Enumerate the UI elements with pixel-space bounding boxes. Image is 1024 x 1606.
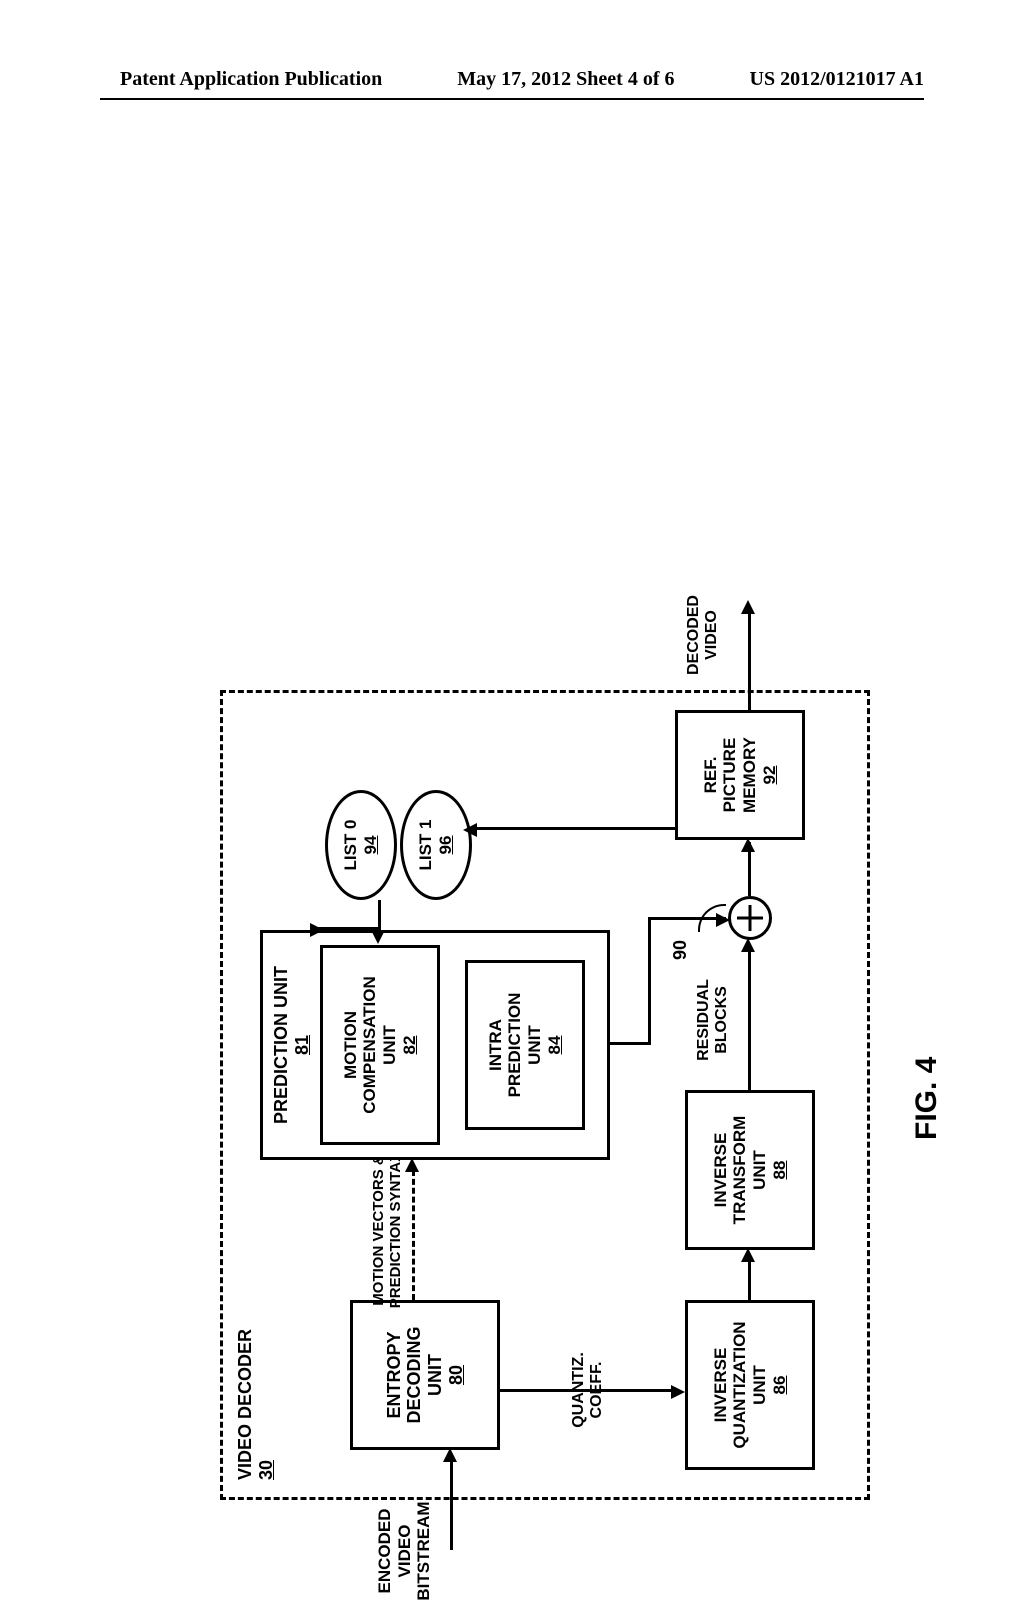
summer-num-label: 90: [670, 940, 691, 960]
intra-num: 84: [545, 1036, 565, 1055]
arrow-input: [450, 1460, 453, 1550]
list0-label: LIST 0: [341, 820, 361, 871]
encoded-video-label: ENCODED VIDEO BITSTREAM: [375, 1496, 434, 1606]
decoded-video-label: DECODED VIDEO: [685, 590, 722, 680]
figure-label: FIG. 4: [910, 1057, 944, 1140]
ref-mem-label: REF. PICTURE MEMORY: [701, 737, 760, 813]
arrow-lists-hline: [378, 900, 381, 930]
entropy-num: 80: [446, 1365, 467, 1385]
inverse-transform-unit: INVERSE TRANSFORM UNIT 88: [685, 1090, 815, 1250]
arrowhead-refmem-up: [463, 823, 477, 837]
arrow-refmem-to-lists: [475, 827, 675, 830]
diagram-rotation-wrap: VIDEO DECODER 30 ENCODED VIDEO BITSTREAM…: [570, 600, 950, 1100]
arrow-it-to-summer: [748, 950, 751, 1090]
arrowhead-prediction: [405, 1158, 419, 1172]
prediction-unit-label: PREDICTION UNIT: [271, 966, 292, 1124]
arrowhead-input: [443, 1448, 457, 1462]
video-decoder-title: VIDEO DECODER 30: [235, 1329, 276, 1480]
motion-vectors-label: MOTION VECTORS & PREDICTION SYNTAX: [370, 1150, 405, 1310]
diagram-stage: VIDEO DECODER 30 ENCODED VIDEO BITSTREAM…: [190, 600, 950, 1600]
arrow-pred-h: [648, 918, 651, 1045]
entropy-label: ENTROPY DECODING UNIT: [384, 1327, 446, 1424]
summer-node: [728, 896, 772, 940]
list0-num: 94: [361, 836, 381, 855]
decoded-video-text: DECODED VIDEO: [685, 595, 720, 675]
summer-num: 90: [670, 940, 690, 960]
intra-label: INTRA PREDICTION UNIT: [486, 993, 545, 1098]
arrowhead-pred-into-summer: [716, 913, 730, 927]
inv-trans-label: INVERSE TRANSFORM UNIT: [711, 1116, 770, 1225]
inverse-quantization-unit: INVERSE QUANTIZATION UNIT 86: [685, 1300, 815, 1470]
motion-comp-label: MOTION COMPENSATION UNIT: [341, 976, 400, 1114]
intra-prediction-unit: INTRA PREDICTION UNIT 84: [465, 960, 585, 1130]
header-rule: [100, 98, 924, 100]
inv-quant-label: INVERSE QUANTIZATION UNIT: [711, 1321, 770, 1448]
arrowhead-lists-into-mc: [310, 923, 324, 937]
list1-num: 96: [436, 836, 456, 855]
arrow-pred-down1: [610, 1042, 650, 1045]
figure-label-text: FIG. 4: [910, 1057, 943, 1140]
arrowhead-entropy-down: [671, 1385, 685, 1399]
arrow-iq-to-it: [748, 1260, 751, 1300]
header-left: Patent Application Publication: [120, 68, 382, 91]
arrowhead-into-mc: [371, 930, 385, 944]
ref-picture-memory: REF. PICTURE MEMORY 92: [675, 710, 805, 840]
motion-comp-num: 82: [400, 1036, 420, 1055]
ref-mem-num: 92: [760, 766, 780, 785]
arrow-output: [748, 610, 751, 710]
list1-label: LIST 1: [416, 820, 436, 871]
encoded-video-text: ENCODED VIDEO BITSTREAM: [375, 1501, 433, 1600]
residual-blocks-label: RESIDUAL BLOCKS: [695, 965, 732, 1075]
motion-vectors-text: MOTION VECTORS & PREDICTION SYNTAX: [370, 1152, 404, 1308]
entropy-decoding-unit: ENTROPY DECODING UNIT 80: [350, 1300, 500, 1450]
arrowhead-it-to-summer: [741, 938, 755, 952]
arrowhead-output: [741, 600, 755, 614]
list1-oval: LIST 1 96: [400, 790, 472, 900]
residual-text: RESIDUAL BLOCKS: [695, 979, 730, 1061]
quantiz-coeff-label: QUANTIZ. COEFF.: [570, 1340, 607, 1440]
inv-trans-num: 88: [770, 1161, 790, 1180]
list0-oval: LIST 0 94: [325, 790, 397, 900]
arrowhead-iq-to-it: [741, 1248, 755, 1262]
video-decoder-label: VIDEO DECODER: [235, 1329, 255, 1480]
inv-quant-num: 86: [770, 1376, 790, 1395]
video-decoder-num: 30: [256, 1460, 276, 1480]
arrow-entropy-to-prediction: [412, 1170, 415, 1300]
arrow-pred-down2: [648, 917, 726, 920]
quantiz-coeff-text: QUANTIZ. COEFF.: [570, 1352, 605, 1428]
motion-compensation-unit: MOTION COMPENSATION UNIT 82: [320, 945, 440, 1145]
prediction-unit-num: 81: [292, 1035, 313, 1055]
arrowhead-summer-to-refmem: [741, 838, 755, 852]
page-header: Patent Application Publication May 17, 2…: [0, 68, 1024, 91]
header-center: May 17, 2012 Sheet 4 of 6: [457, 68, 674, 91]
header-right: US 2012/0121017 A1: [750, 68, 924, 91]
